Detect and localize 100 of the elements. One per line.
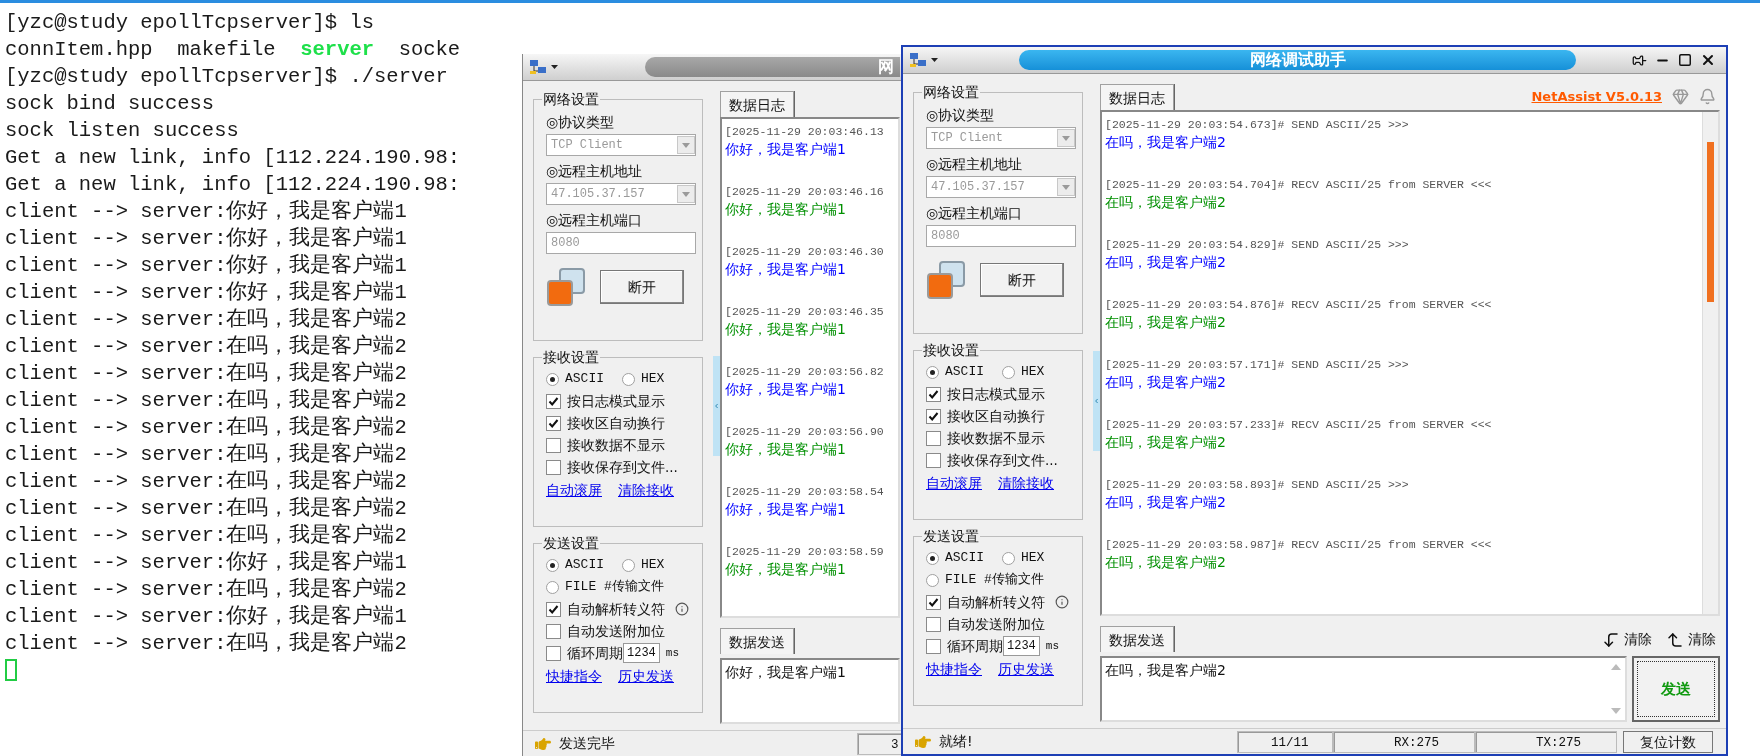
checkbox[interactable] xyxy=(546,437,561,453)
diamond-icon[interactable] xyxy=(1672,87,1689,105)
arrow-up-icon xyxy=(1666,630,1684,649)
action-link[interactable]: 历史发送 xyxy=(998,658,1054,680)
option-label: 循环周期 xyxy=(567,643,623,663)
option-label: 接收保存到文件... xyxy=(947,450,1058,470)
log-message: 你好，我是客户端1 xyxy=(725,560,846,579)
option-label: 接收数据不显示 xyxy=(947,428,1045,448)
checkbox[interactable] xyxy=(546,645,561,661)
collapse-handle[interactable] xyxy=(713,355,720,456)
radio-option[interactable]: ASCII xyxy=(926,362,984,382)
disconnect-button[interactable]: 断开 xyxy=(980,263,1064,297)
checkbox[interactable] xyxy=(546,601,561,617)
connection-icon xyxy=(926,260,966,300)
status-counter: TX:275 xyxy=(1475,730,1617,753)
log-header: [2025-11-29 20:03:56.82 xyxy=(725,364,884,380)
radio-option[interactable]: FILE #传输文件 xyxy=(926,570,1044,590)
panel-tab[interactable]: 数据发送 xyxy=(1100,626,1174,652)
panel-tab[interactable]: 数据发送 xyxy=(720,628,794,654)
terminal-line: client --> server:在吗，我是客户端2 xyxy=(5,495,407,522)
log-header: [2025-11-29 20:03:58.893]# SEND ASCII/25 >>> xyxy=(1105,477,1409,493)
action-link[interactable]: 清除接收 xyxy=(618,479,674,501)
group-title: 接收设置 xyxy=(922,341,980,360)
action-link[interactable]: 历史发送 xyxy=(618,665,674,687)
radio-option[interactable]: HEX xyxy=(622,369,665,389)
terminal-line: Get a new link, info [112.224.190.98: xyxy=(5,145,461,171)
status-message: 发送完毕 xyxy=(559,734,615,753)
executable-name: server xyxy=(300,37,375,63)
checkbox[interactable] xyxy=(546,393,561,409)
radio-option[interactable]: ASCII xyxy=(926,548,984,568)
radio-option[interactable]: FILE #传输文件 xyxy=(546,577,664,597)
action-link[interactable]: 快捷指令 xyxy=(926,658,982,680)
log-header: [2025-11-29 20:03:58.987]# RECV ASCII/25 from SERVER <<< xyxy=(1105,537,1492,553)
log-header: [2025-11-29 20:03:54.829]# SEND ASCII/25 >>> xyxy=(1105,237,1409,253)
close-icon[interactable] xyxy=(1700,52,1716,68)
action-link[interactable]: 清除接收 xyxy=(998,472,1054,494)
log-header: [2025-11-29 20:03:46.13 xyxy=(725,124,884,140)
checkbox[interactable] xyxy=(926,616,941,632)
checkbox[interactable] xyxy=(546,623,561,639)
field-label: ◎远程主机地址 xyxy=(926,155,1023,174)
checkbox[interactable] xyxy=(926,638,941,654)
terminal-line: client --> server:在吗，我是客户端2 xyxy=(5,441,407,468)
log-message: 你好，我是客户端1 xyxy=(725,500,846,519)
clear-button[interactable]: 清除 xyxy=(1666,629,1716,650)
checkbox[interactable] xyxy=(926,408,941,424)
log-header: [2025-11-29 20:03:57.233]# RECV ASCII/25 from SERVER <<< xyxy=(1105,417,1492,433)
log-header: [2025-11-29 20:03:56.90 xyxy=(725,424,884,440)
terminal-line: Get a new link, info [112.224.190.98: xyxy=(5,172,461,198)
log-header: [2025-11-29 20:03:54.673]# SEND ASCII/25 >>> xyxy=(1105,117,1409,133)
terminal-line: client --> server:你好，我是客户端1 xyxy=(5,198,407,225)
radio-option[interactable]: ASCII xyxy=(546,555,604,575)
scrollbar-thumb[interactable] xyxy=(1707,142,1714,302)
action-link[interactable]: 自动滚屏 xyxy=(546,479,602,501)
terminal-line: client --> server:在吗，我是客户端2 xyxy=(5,576,407,603)
terminal-line: sock listen success xyxy=(5,118,239,144)
field-label: ◎远程主机地址 xyxy=(546,162,643,181)
field-label: ◎协议类型 xyxy=(926,106,995,125)
group-title: 接收设置 xyxy=(542,348,600,367)
log-message: 你好，我是客户端1 xyxy=(725,200,846,219)
disconnect-button[interactable]: 断开 xyxy=(600,270,684,304)
action-link[interactable]: 快捷指令 xyxy=(546,665,602,687)
window-title: 网 xyxy=(878,56,894,78)
field-label: ◎远程主机端口 xyxy=(926,204,1023,223)
action-link[interactable]: 自动滚屏 xyxy=(926,472,982,494)
reset-counter-button[interactable]: 复位计数 xyxy=(1623,730,1713,753)
option-label: 自动解析转义符 xyxy=(947,592,1045,612)
panel-tab[interactable]: 数据日志 xyxy=(1100,84,1174,110)
send-input[interactable]: 在吗，我是客户端2 xyxy=(1100,656,1627,722)
file-name: makefile xyxy=(177,37,276,63)
checkbox[interactable] xyxy=(546,415,561,431)
clear-button[interactable]: 清除 xyxy=(1602,629,1652,650)
unit-label: ms xyxy=(1045,638,1059,654)
checkbox[interactable] xyxy=(926,430,941,446)
info-icon[interactable] xyxy=(675,602,689,616)
collapse-handle[interactable] xyxy=(1093,351,1100,451)
radio-option[interactable]: HEX xyxy=(1002,362,1045,382)
checkbox[interactable] xyxy=(926,594,941,610)
checkbox[interactable] xyxy=(926,452,941,468)
file-name: socke xyxy=(398,37,461,63)
terminal-line: [yzc@study epollTcpserver]$ ls xyxy=(5,10,375,36)
radio-option[interactable]: HEX xyxy=(622,555,665,575)
send-input[interactable]: 你好，我是客户端1 xyxy=(720,658,900,724)
log-message: 你好，我是客户端1 xyxy=(725,260,846,279)
scrollbar[interactable] xyxy=(1702,112,1718,614)
terminal-line: client --> server:你好，我是客户端1 xyxy=(5,252,407,279)
info-icon[interactable] xyxy=(1055,595,1069,609)
radio-option[interactable]: HEX xyxy=(1002,548,1045,568)
panel-tab[interactable]: 数据日志 xyxy=(720,91,794,117)
interval-field[interactable]: 1234 xyxy=(1003,636,1040,656)
radio-option[interactable]: ASCII xyxy=(546,369,604,389)
bell-icon[interactable] xyxy=(1699,87,1716,105)
log-header: [2025-11-29 20:03:57.171]# SEND ASCII/25 >>> xyxy=(1105,357,1409,373)
option-label: 接收区自动换行 xyxy=(567,413,665,433)
option-label: 循环周期 xyxy=(947,636,1003,656)
checkbox[interactable] xyxy=(546,459,561,475)
interval-field[interactable]: 1234 xyxy=(623,643,660,663)
checkbox[interactable] xyxy=(926,386,941,402)
pin-icon[interactable] xyxy=(1632,52,1647,68)
maximize-icon[interactable] xyxy=(1678,53,1692,67)
option-label: 按日志模式显示 xyxy=(567,391,665,411)
